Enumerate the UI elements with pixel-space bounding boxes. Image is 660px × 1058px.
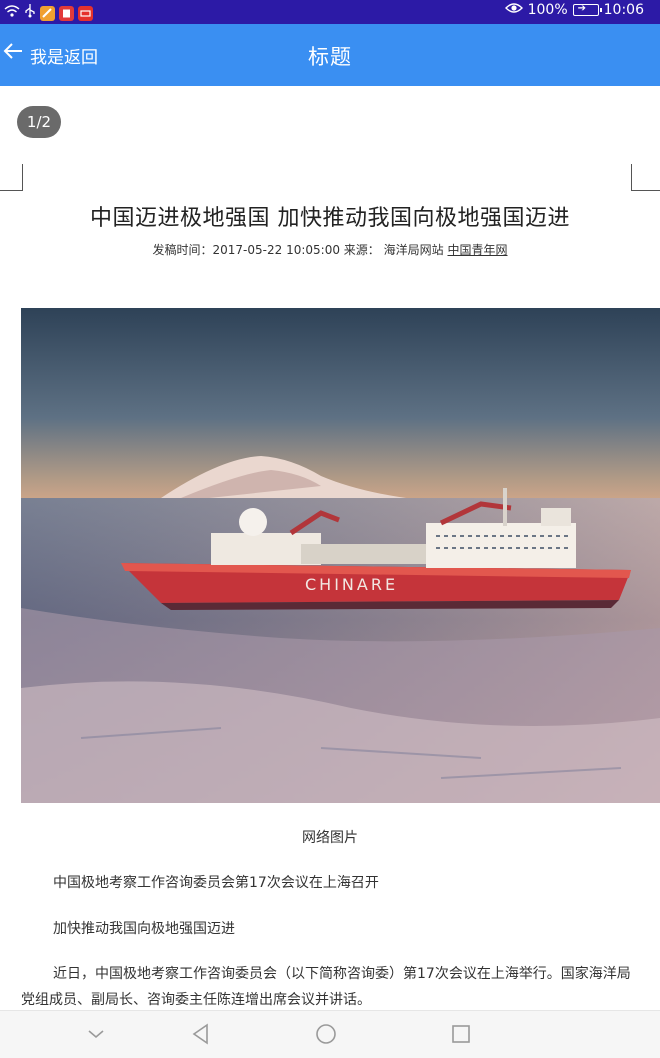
app-screen: 100% ➔ 10:06 我是返回 标题 1/2 中国迈进极地强国 加快推动我国…	[0, 0, 660, 1058]
paragraph: 中国极地考察工作咨询委员会第17次会议在上海召开	[21, 870, 641, 896]
eye-icon	[504, 2, 523, 18]
usb-icon	[24, 3, 36, 24]
app-icon-red-news	[78, 6, 93, 21]
app-header: 我是返回 标题	[0, 24, 660, 86]
home-circle-icon	[316, 1024, 336, 1044]
app-icon-orange	[40, 6, 55, 21]
wifi-icon	[4, 4, 20, 24]
nav-recents-button[interactable]	[431, 1011, 491, 1058]
article-meta: 发稿时间：2017-05-22 10:05:00 来源： 海洋局网站 中国青年网	[0, 241, 660, 258]
meta-prefix: 发稿时间：	[152, 243, 213, 257]
meta-source-label: 来源：	[343, 243, 380, 257]
battery-charging-icon: ➔	[572, 3, 602, 16]
status-bar: 100% ➔ 10:06	[0, 0, 660, 24]
status-icons-left	[4, 3, 93, 24]
image-caption: 网络图片	[302, 830, 358, 846]
paragraph: 近日，中国极地考察工作咨询委员会（以下简称咨询委）第17次会议在上海举行。国家海…	[21, 961, 641, 1010]
header-title: 标题	[308, 45, 352, 69]
source-link[interactable]: 中国青年网	[447, 243, 507, 257]
paragraph-text: 加快推动我国向极地强国迈进	[53, 921, 235, 937]
page-corner-left	[0, 164, 23, 191]
paragraph: 加快推动我国向极地强国迈进	[21, 916, 641, 942]
page-indicator: 1/2	[17, 106, 61, 138]
hide-keyboard-button[interactable]	[66, 1011, 126, 1058]
clock: 10:06	[603, 2, 644, 18]
article-title: 中国迈进极地强国 加快推动我国向极地强国迈进	[90, 206, 570, 231]
paragraph-text: 近日，中国极地考察工作咨询委员会（以下简称咨询委）第17次会议在上海举行。国家海…	[21, 966, 631, 1008]
nav-back-button[interactable]	[171, 1011, 231, 1058]
recents-square-icon	[452, 1025, 470, 1043]
article-content[interactable]: 1/2 中国迈进极地强国 加快推动我国向极地强国迈进 发稿时间：2017-05-…	[0, 86, 660, 1010]
app-icon-red-book	[59, 6, 74, 21]
article-image-icebreaker[interactable]: CHINARE	[21, 308, 660, 803]
paragraph-text: 中国极地考察工作咨询委员会第17次会议在上海召开	[53, 875, 379, 891]
system-nav-bar	[0, 1010, 660, 1058]
ship-name-text: CHINARE	[305, 575, 398, 594]
meta-datetime: 2017-05-22 10:05:00	[212, 243, 340, 257]
battery-percent: 100%	[527, 2, 568, 18]
meta-source: 海洋局网站	[383, 243, 444, 257]
page-corner-right	[631, 164, 660, 191]
back-triangle-icon	[192, 1023, 208, 1045]
hide-keyboard-icon	[88, 1030, 104, 1039]
status-icons-right: 100% ➔ 10:06	[504, 2, 644, 18]
nav-home-button[interactable]	[296, 1011, 356, 1058]
